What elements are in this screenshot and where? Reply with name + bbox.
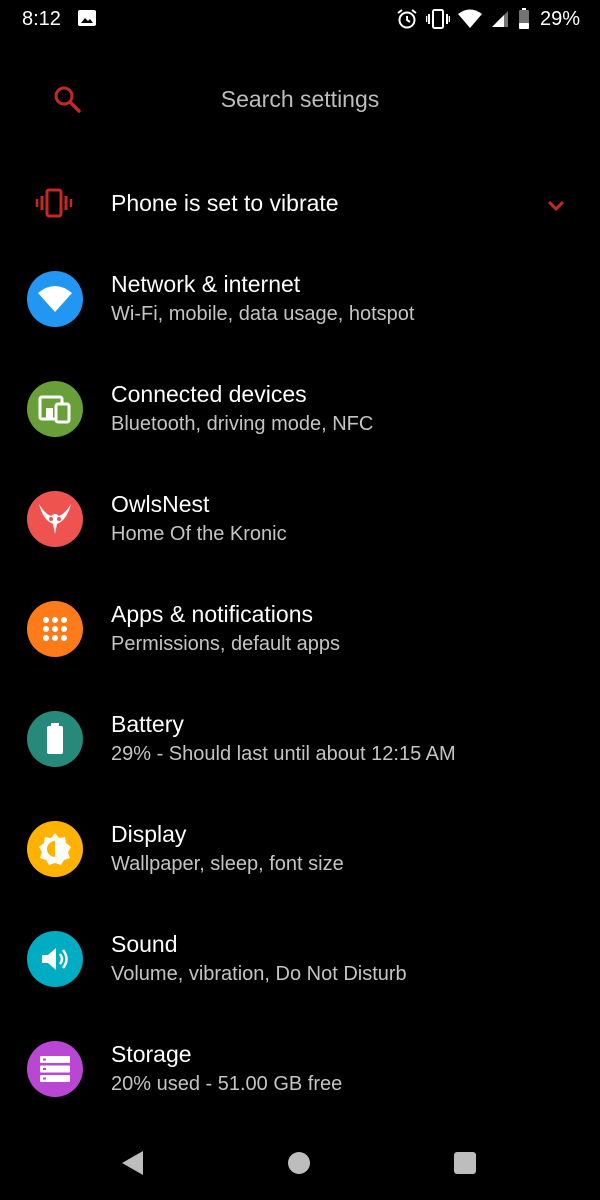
- search-placeholder[interactable]: Search settings: [0, 86, 600, 113]
- vibrate-status-icon: [425, 9, 450, 29]
- cell-signal-icon: [491, 11, 508, 27]
- settings-item-sound[interactable]: Sound Volume, vibration, Do Not Disturb: [0, 931, 600, 1031]
- recents-icon[interactable]: [454, 1152, 476, 1174]
- settings-item-subtitle: Wallpaper, sleep, font size: [111, 853, 344, 875]
- settings-item-subtitle: Volume, vibration, Do Not Disturb: [111, 963, 407, 985]
- apps-grid-icon: [27, 601, 83, 657]
- settings-item-connected-devices[interactable]: Connected devices Bluetooth, driving mod…: [0, 381, 600, 481]
- settings-item-subtitle: Home Of the Kronic: [111, 523, 287, 545]
- image-notification-icon: [78, 10, 96, 26]
- search-bar[interactable]: Search settings: [0, 62, 600, 136]
- settings-item-title: Network & internet: [111, 271, 301, 297]
- owl-icon: [27, 491, 83, 547]
- settings-item-subtitle: Bluetooth, driving mode, NFC: [111, 413, 374, 435]
- alarm-icon: [397, 9, 417, 29]
- volume-icon: [27, 931, 83, 987]
- settings-item-title: Apps & notifications: [111, 601, 314, 627]
- settings-item-battery[interactable]: Battery 29% - Should last until about 12…: [0, 711, 600, 811]
- settings-item-subtitle: Permissions, default apps: [111, 633, 341, 655]
- battery-percent: 29%: [539, 7, 580, 30]
- status-icons: 29%: [396, 6, 580, 32]
- vibrate-label: Phone is set to vibrate: [111, 190, 339, 216]
- settings-item-apps[interactable]: Apps & notifications Permissions, defaul…: [0, 601, 600, 701]
- battery-icon: [27, 711, 83, 767]
- wifi-status-icon: [457, 9, 482, 28]
- settings-item-title: Display: [111, 821, 187, 847]
- settings-item-owlsnest[interactable]: OwlsNest Home Of the Kronic: [0, 491, 600, 591]
- storage-icon: [27, 1041, 83, 1097]
- settings-item-display[interactable]: Display Wallpaper, sleep, font size: [0, 821, 600, 921]
- wifi-icon: [27, 271, 83, 327]
- status-time: 8:12: [22, 8, 61, 30]
- settings-item-title: Sound: [111, 931, 178, 957]
- settings-item-title: Storage: [111, 1041, 192, 1067]
- vibrate-icon: [35, 188, 73, 218]
- battery-status-icon: [518, 8, 529, 29]
- devices-icon: [27, 381, 83, 437]
- settings-item-network[interactable]: Network & internet Wi-Fi, mobile, data u…: [0, 271, 600, 371]
- settings-item-title: OwlsNest: [111, 491, 210, 517]
- settings-item-subtitle: 20% used - 51.00 GB free: [111, 1073, 343, 1095]
- brightness-icon: [27, 821, 83, 877]
- status-bar: 8:12 29%: [0, 0, 600, 38]
- settings-item-storage[interactable]: Storage 20% used - 51.00 GB free: [0, 1041, 600, 1141]
- settings-item-title: Connected devices: [111, 381, 307, 407]
- chevron-down-icon[interactable]: [543, 192, 569, 218]
- settings-item-subtitle: 29% - Should last until about 12:15 AM: [111, 743, 456, 765]
- settings-item-subtitle: Wi-Fi, mobile, data usage, hotspot: [111, 303, 415, 325]
- vibrate-condition-banner[interactable]: Phone is set to vibrate: [0, 176, 600, 232]
- back-icon[interactable]: [121, 1150, 145, 1176]
- navigation-bar: [0, 1130, 600, 1200]
- home-icon[interactable]: [288, 1152, 310, 1174]
- settings-item-title: Battery: [111, 711, 184, 737]
